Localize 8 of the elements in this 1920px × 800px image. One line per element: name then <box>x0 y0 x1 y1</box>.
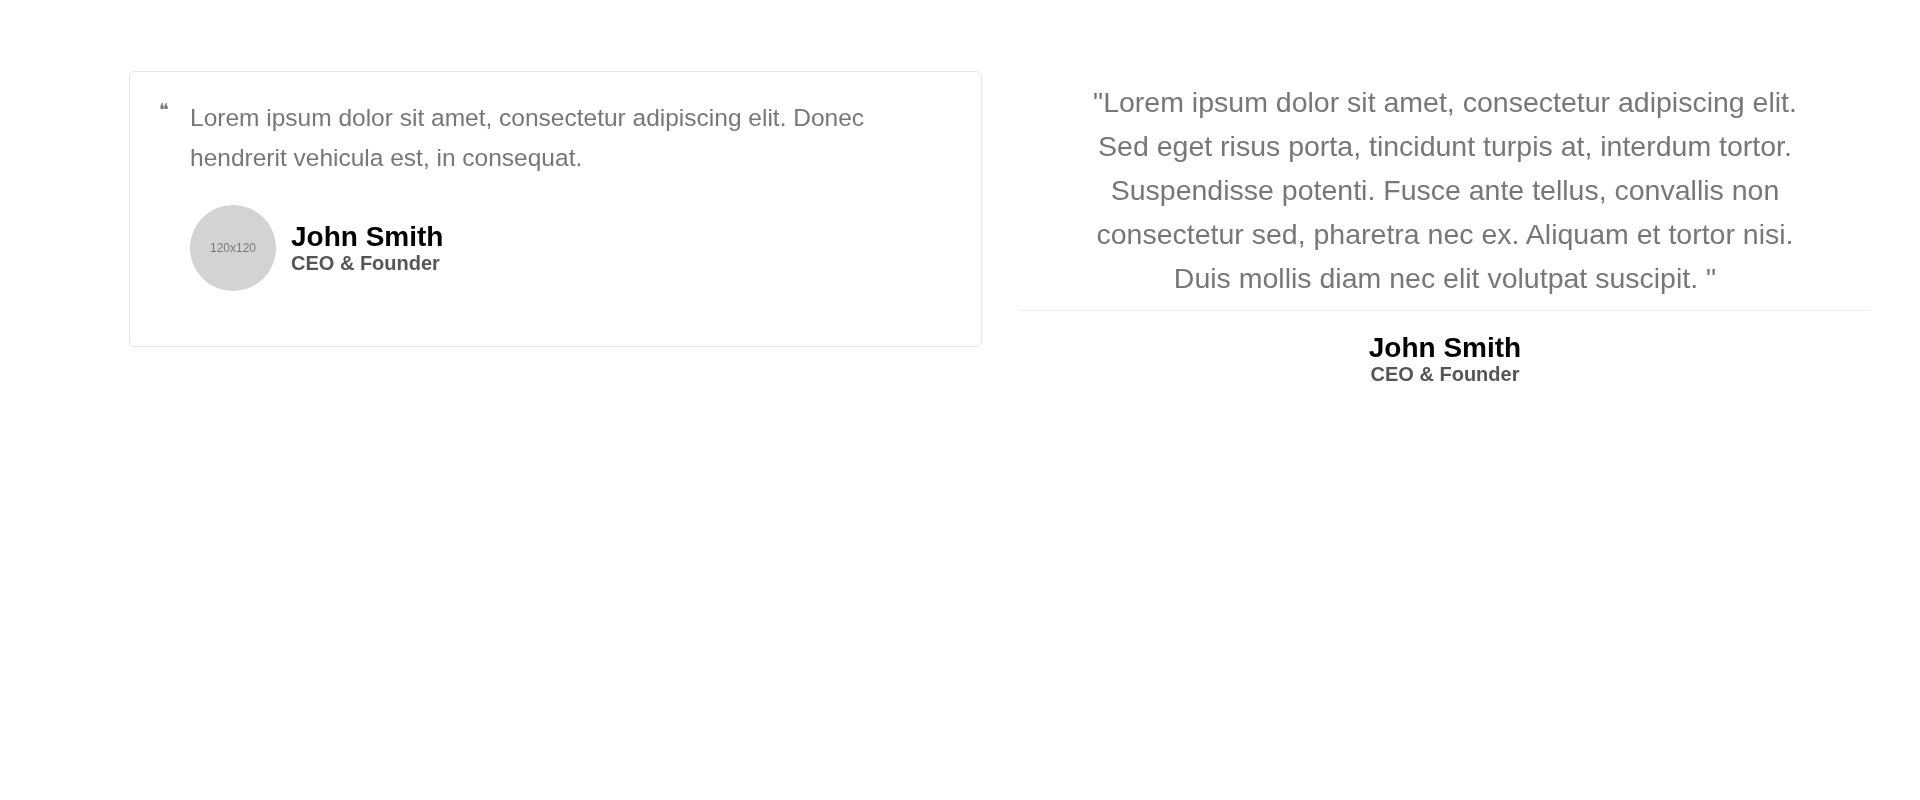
testimonial-text: Lorem ipsum dolor sit amet, consectetur adipiscing elit. Donec hendrerit vehicula est, in consequat. <box>190 103 866 173</box>
person-role: CEO & Founder <box>291 252 441 274</box>
person-role: CEO & Founder <box>1370 363 1520 385</box>
avatar-label: 120x120 <box>209 240 256 257</box>
person-name: John Smith <box>291 222 444 252</box>
testimonial-text: "Lorem ipsum dolor sit amet, consectetur adipiscing elit. Sed eget risus porta, tincidunt turpis at, interdum tortor. Suspendisse potenti. Fusce ante tellus, convallis non consectetur sed, pharetra nec ex. Aliquam et tortor nisi. Duis mollis diam nec elit volutpat suscipit. " <box>1092 85 1798 296</box>
quote-mark: ❝ <box>159 98 170 122</box>
person-name: John Smith <box>1368 333 1522 363</box>
